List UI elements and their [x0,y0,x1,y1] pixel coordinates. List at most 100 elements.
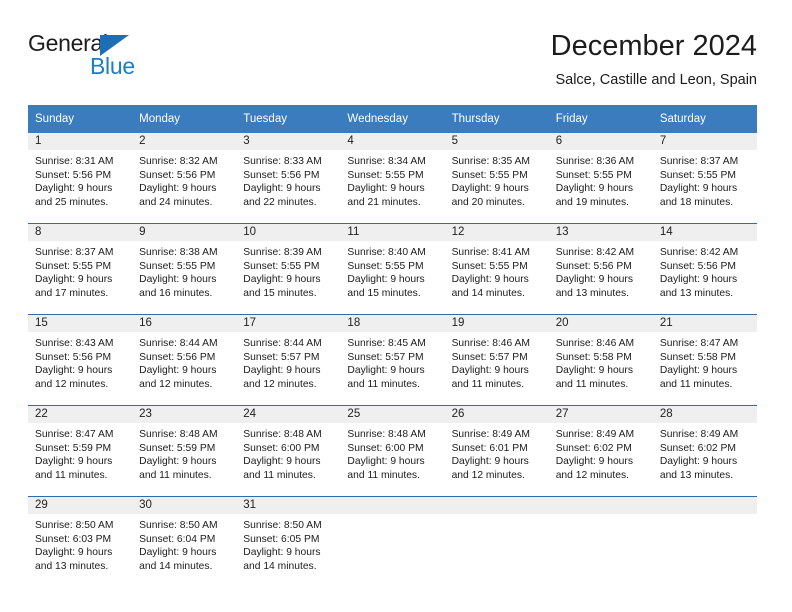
daylight-text-line2: and 14 minutes. [243,560,317,572]
daylight-text-line2: and 11 minutes. [659,378,733,390]
calendar-day-cell[interactable]: 30 Sunrise: 8:50 AM Sunset: 6:04 PM Dayligh… [132,496,237,587]
brand-logo[interactable]: General Blue [28,28,158,84]
sunset-text: Sunset: 6:02 PM [555,442,632,454]
daylight-text-line2: and 14 minutes. [139,560,213,572]
title-block: December 2024 Salce, Castille and Leon, … [551,28,757,90]
calendar-day-cell[interactable]: 24 Sunrise: 8:48 AM Sunset: 6:00 PM Dayligh… [236,405,341,497]
daylight-text-line1: Daylight: 9 hours [139,274,217,286]
calendar-day-cell[interactable]: 6 Sunrise: 8:36 AM Sunset: 5:55 PM Daylight… [548,133,653,224]
daylight-text-line2: and 21 minutes. [347,196,421,208]
calendar-day-cell[interactable]: 14 Sunrise: 8:42 AM Sunset: 5:56 PM Dayligh… [652,223,757,315]
day-number: 26 [444,406,549,423]
day-number: 24 [236,406,341,423]
day-details: Sunrise: 8:37 AM Sunset: 5:55 PM Daylight:… [653,150,757,209]
calendar-day-cell[interactable]: 27 Sunrise: 8:49 AM Sunset: 6:02 PM Dayligh… [548,405,653,497]
calendar-day-cell[interactable]: 7 Sunrise: 8:37 AM Sunset: 5:55 PM Daylight… [652,133,757,224]
daylight-text-line1: Daylight: 9 hours [451,183,529,195]
calendar-day-cell-empty [548,496,653,587]
day-number: 21 [652,315,757,332]
sunset-text: Sunset: 6:05 PM [243,533,320,545]
sunset-text: Sunset: 5:55 PM [659,169,736,181]
day-number: 28 [652,406,757,423]
daylight-text-line1: Daylight: 9 hours [451,274,529,286]
sunrise-text: Sunrise: 8:43 AM [35,338,114,349]
calendar-day-cell[interactable]: 13 Sunrise: 8:42 AM Sunset: 5:56 PM Dayligh… [548,223,653,315]
calendar-day-cell[interactable]: 28 Sunrise: 8:49 AM Sunset: 6:02 PM Dayligh… [652,405,757,497]
daylight-text-line2: and 11 minutes. [35,469,108,481]
sunset-text: Sunset: 5:55 PM [555,169,632,181]
daylight-text-line2: and 11 minutes. [347,378,420,390]
calendar-day-cell[interactable]: 2 Sunrise: 8:32 AM Sunset: 5:56 PM Daylight… [132,133,237,224]
weekday-header-thursday: Thursday [444,105,549,133]
day-number [652,497,757,514]
sunrise-text: Sunrise: 8:35 AM [451,156,530,167]
calendar-day-cell[interactable]: 11 Sunrise: 8:40 AM Sunset: 5:55 PM Dayligh… [340,223,445,315]
calendar-day-cell[interactable]: 4 Sunrise: 8:34 AM Sunset: 5:55 PM Daylight… [340,133,445,224]
calendar-day-cell[interactable]: 17 Sunrise: 8:44 AM Sunset: 5:57 PM Dayligh… [236,314,341,406]
sunrise-text: Sunrise: 8:33 AM [243,156,322,167]
sunset-text: Sunset: 6:00 PM [243,442,320,454]
sunrise-text: Sunrise: 8:37 AM [659,156,739,167]
daylight-text-line2: and 12 minutes. [451,469,525,481]
day-details: Sunrise: 8:46 AM Sunset: 5:58 PM Daylight:… [549,332,653,391]
sunrise-text: Sunrise: 8:49 AM [659,429,739,440]
day-number: 1 [28,133,133,150]
sunset-text: Sunset: 5:55 PM [139,260,216,272]
calendar-day-cell[interactable]: 29 Sunrise: 8:50 AM Sunset: 6:03 PM Dayligh… [28,496,133,587]
day-details: Sunrise: 8:38 AM Sunset: 5:55 PM Daylight:… [132,241,236,300]
day-details [653,514,757,519]
daylight-text-line2: and 12 minutes. [35,378,109,390]
calendar-day-cell[interactable]: 3 Sunrise: 8:33 AM Sunset: 5:56 PM Daylight… [236,133,341,224]
daylight-text-line2: and 25 minutes. [35,196,109,208]
calendar-day-cell[interactable]: 15 Sunrise: 8:43 AM Sunset: 5:56 PM Dayligh… [28,314,133,406]
sunrise-text: Sunrise: 8:31 AM [35,156,114,167]
sunset-text: Sunset: 5:55 PM [243,260,320,272]
calendar-body: 1 Sunrise: 8:31 AM Sunset: 5:56 PM Daylight… [28,133,757,587]
day-number: 9 [132,224,237,241]
day-details: Sunrise: 8:48 AM Sunset: 6:00 PM Daylight:… [236,423,340,482]
daylight-text-line2: and 16 minutes. [139,287,213,299]
calendar-day-cell[interactable]: 25 Sunrise: 8:48 AM Sunset: 6:00 PM Dayligh… [340,405,445,497]
sunset-text: Sunset: 5:56 PM [659,260,736,272]
sunrise-text: Sunrise: 8:46 AM [451,338,530,349]
daylight-text-line1: Daylight: 9 hours [451,456,529,468]
daylight-text-line2: and 22 minutes. [243,196,317,208]
sunset-text: Sunset: 5:56 PM [243,169,320,181]
day-number: 8 [28,224,133,241]
calendar-day-cell[interactable]: 23 Sunrise: 8:48 AM Sunset: 5:59 PM Dayligh… [132,405,237,497]
calendar-day-cell[interactable]: 31 Sunrise: 8:50 AM Sunset: 6:05 PM Dayligh… [236,496,341,587]
sunset-text: Sunset: 5:56 PM [139,169,216,181]
day-number: 25 [340,406,445,423]
day-details: Sunrise: 8:46 AM Sunset: 5:57 PM Daylight:… [445,332,549,391]
calendar-day-cell[interactable]: 22 Sunrise: 8:47 AM Sunset: 5:59 PM Dayligh… [28,405,133,497]
calendar-day-cell[interactable]: 21 Sunrise: 8:47 AM Sunset: 5:58 PM Dayligh… [652,314,757,406]
sunset-text: Sunset: 5:57 PM [451,351,528,363]
calendar-day-cell[interactable]: 10 Sunrise: 8:39 AM Sunset: 5:55 PM Dayligh… [236,223,341,315]
calendar-day-cell[interactable]: 16 Sunrise: 8:44 AM Sunset: 5:56 PM Dayligh… [132,314,237,406]
calendar-day-cell[interactable]: 8 Sunrise: 8:37 AM Sunset: 5:55 PM Daylight… [28,223,133,315]
day-details: Sunrise: 8:39 AM Sunset: 5:55 PM Daylight:… [236,241,340,300]
day-number: 16 [132,315,237,332]
sunrise-text: Sunrise: 8:44 AM [139,338,218,349]
daylight-text-line1: Daylight: 9 hours [555,456,633,468]
day-number: 2 [132,133,237,150]
sunset-text: Sunset: 6:01 PM [451,442,528,454]
calendar-day-cell[interactable]: 26 Sunrise: 8:49 AM Sunset: 6:01 PM Dayligh… [444,405,549,497]
calendar-day-cell[interactable]: 19 Sunrise: 8:46 AM Sunset: 5:57 PM Dayligh… [444,314,549,406]
sunrise-text: Sunrise: 8:41 AM [451,247,530,258]
calendar-day-cell[interactable]: 5 Sunrise: 8:35 AM Sunset: 5:55 PM Daylight… [444,133,549,224]
weekday-header-tuesday: Tuesday [236,105,341,133]
calendar-week-row: 1 Sunrise: 8:31 AM Sunset: 5:56 PM Daylight… [28,133,757,224]
day-details: Sunrise: 8:48 AM Sunset: 6:00 PM Daylight:… [340,423,444,482]
calendar-day-cell[interactable]: 1 Sunrise: 8:31 AM Sunset: 5:56 PM Daylight… [28,133,133,224]
daylight-text-line2: and 20 minutes. [451,196,525,208]
calendar-day-cell-empty [340,496,445,587]
daylight-text-line2: and 11 minutes. [139,469,212,481]
calendar-day-cell[interactable]: 18 Sunrise: 8:45 AM Sunset: 5:57 PM Dayligh… [340,314,445,406]
sunset-text: Sunset: 5:59 PM [35,442,112,454]
calendar-day-cell[interactable]: 20 Sunrise: 8:46 AM Sunset: 5:58 PM Dayligh… [548,314,653,406]
calendar-day-cell[interactable]: 12 Sunrise: 8:41 AM Sunset: 5:55 PM Dayligh… [444,223,549,315]
sunrise-text: Sunrise: 8:44 AM [243,338,322,349]
calendar-day-cell[interactable]: 9 Sunrise: 8:38 AM Sunset: 5:55 PM Daylight… [132,223,237,315]
day-details: Sunrise: 8:41 AM Sunset: 5:55 PM Daylight:… [445,241,549,300]
